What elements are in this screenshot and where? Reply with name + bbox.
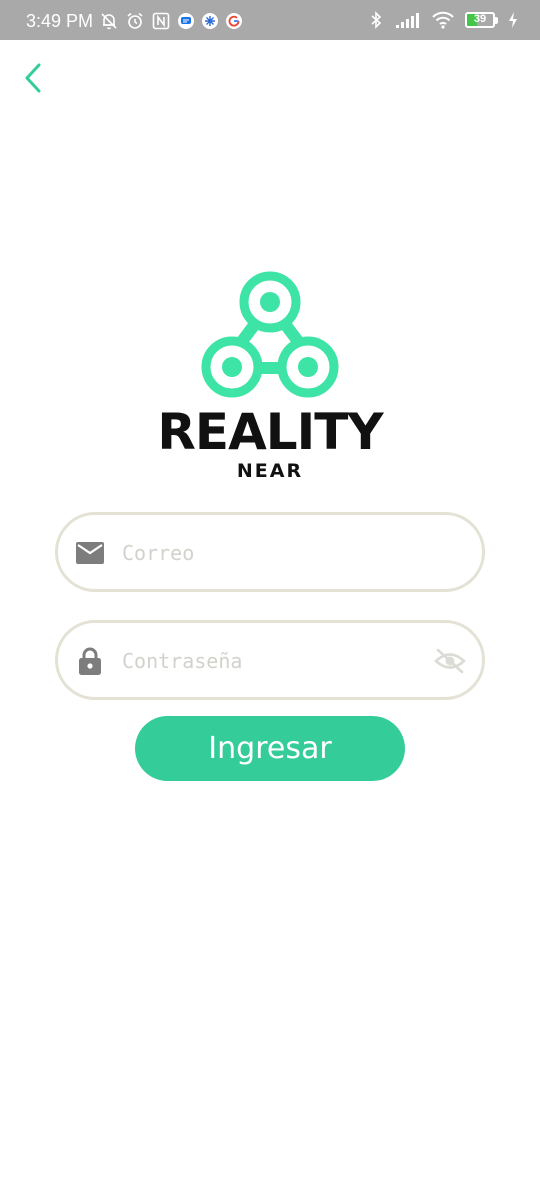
messages-icon xyxy=(178,13,194,29)
battery-icon: 39 xyxy=(465,12,498,28)
nfc-icon xyxy=(152,12,170,30)
alarm-icon xyxy=(126,12,144,30)
password-input[interactable] xyxy=(122,641,422,681)
logo-mark xyxy=(198,268,342,400)
email-input[interactable] xyxy=(122,533,422,573)
battery-level: 39 xyxy=(473,13,487,25)
google-icon xyxy=(226,13,242,29)
logo-wordmark: REALITY xyxy=(157,403,383,461)
charging-icon xyxy=(508,11,518,29)
lock-icon xyxy=(74,645,106,677)
envelope-icon xyxy=(74,537,106,569)
mute-bell-icon xyxy=(100,12,118,30)
bluetooth-icon xyxy=(367,11,385,29)
email-field[interactable] xyxy=(55,512,485,592)
back-button[interactable] xyxy=(15,62,51,98)
signal-icon xyxy=(395,11,421,29)
password-field[interactable] xyxy=(55,620,485,700)
status-system-icons: 39 xyxy=(367,11,518,29)
eye-off-icon[interactable] xyxy=(432,645,468,677)
wifi-icon xyxy=(431,11,455,29)
status-notification-icons xyxy=(100,12,242,30)
status-time: 3:49 PM xyxy=(26,11,94,31)
login-button[interactable]: Ingresar xyxy=(135,716,405,781)
status-bar: 3:49 PM 39 xyxy=(0,0,540,40)
assistant-icon xyxy=(202,13,218,29)
chevron-left-icon xyxy=(23,63,43,97)
logo-subtitle: NEAR xyxy=(236,460,304,482)
